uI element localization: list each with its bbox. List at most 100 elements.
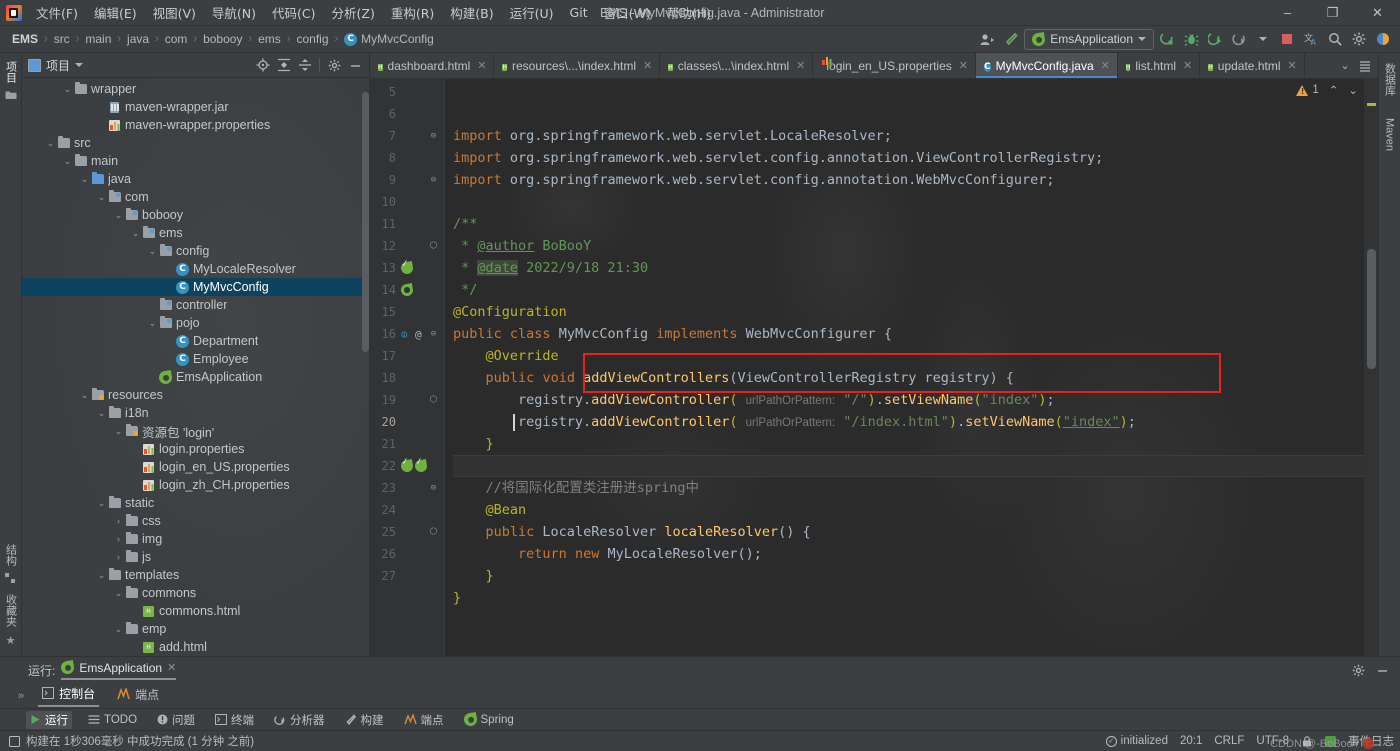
chevron-down-icon[interactable]: ⌄ bbox=[96, 570, 107, 581]
profiler-icon[interactable] bbox=[1228, 28, 1250, 50]
folder-icon[interactable] bbox=[5, 90, 17, 103]
editor-marker-strip[interactable] bbox=[1364, 79, 1378, 656]
spring-bean-gutter-icon[interactable] bbox=[400, 261, 414, 275]
code-line[interactable]: */ bbox=[453, 279, 1364, 301]
code-line[interactable]: /** bbox=[453, 213, 1364, 235]
inspection-widget[interactable]: 1 ⌃ ⌄ bbox=[1296, 83, 1358, 97]
subtab-console[interactable]: 控制台 bbox=[38, 685, 100, 707]
tool-window-button-database[interactable]: 数据库 bbox=[1382, 59, 1398, 100]
gutter-line[interactable]: 8 bbox=[370, 147, 444, 169]
settings-gear-icon[interactable] bbox=[324, 55, 344, 75]
tree-node[interactable]: › css bbox=[22, 512, 369, 530]
chevron-down-icon[interactable]: · bbox=[96, 102, 107, 112]
spring-bean-gutter-icon[interactable] bbox=[414, 459, 428, 473]
editor-tab[interactable]: Hresources\...\index.html ✕ bbox=[494, 53, 661, 78]
run-configuration-selector[interactable]: EmsApplication bbox=[1024, 28, 1154, 50]
chevron-down-icon[interactable]: ⌄ bbox=[79, 174, 90, 185]
chevron-down-icon[interactable]: ⌄ bbox=[113, 210, 124, 221]
tree-node[interactable]: ·C Employee bbox=[22, 350, 369, 368]
run-gutter-icon[interactable] bbox=[400, 283, 414, 297]
event-log-label[interactable]: 事件日志 bbox=[1348, 733, 1394, 749]
gutter-line[interactable]: 12 ⬡ bbox=[370, 235, 444, 257]
gutter-line[interactable]: 19 ⬡ bbox=[370, 389, 444, 411]
settings-icon[interactable] bbox=[1348, 28, 1370, 50]
chevron-down-icon[interactable]: ⌄ bbox=[113, 588, 124, 599]
user-avatar-icon[interactable] bbox=[976, 28, 998, 50]
close-icon[interactable]: ✕ bbox=[477, 59, 486, 72]
tab-overflow-icon[interactable]: ⌄ bbox=[1336, 56, 1354, 76]
breadcrumb-current-class[interactable]: C MyMvcConfig bbox=[340, 30, 438, 48]
editor-tab[interactable]: Hclasses\...\index.html ✕ bbox=[660, 53, 814, 78]
close-icon[interactable]: ✕ bbox=[643, 59, 652, 72]
tree-node[interactable]: › js bbox=[22, 548, 369, 566]
code-content[interactable]: import org.springframework.web.servlet.L… bbox=[444, 79, 1364, 656]
code-line[interactable] bbox=[453, 455, 1364, 477]
tree-node[interactable]: ⌄ src bbox=[22, 134, 369, 152]
close-icon[interactable]: ✕ bbox=[167, 661, 176, 674]
stop-icon[interactable] bbox=[1276, 28, 1298, 50]
debug-icon[interactable] bbox=[1180, 28, 1202, 50]
editor-tab[interactable]: C MyMvcConfig.java ✕ bbox=[976, 53, 1118, 78]
gutter-line[interactable]: 23 ⊖ bbox=[370, 477, 444, 499]
expand-all-icon[interactable] bbox=[274, 55, 294, 75]
chevron-down-icon[interactable]: · bbox=[147, 372, 158, 382]
editor-tab[interactable]: login_en_US.properties ✕ bbox=[813, 53, 976, 78]
gutter-line[interactable]: 5 bbox=[370, 81, 444, 103]
editor-gutter[interactable]: 567⊖89⊖101112⬡13141516⊙@⊖171819⬡20212223… bbox=[370, 79, 444, 656]
code-line[interactable]: * @author BoBooY bbox=[453, 235, 1364, 257]
tree-node[interactable]: ⌄ main bbox=[22, 152, 369, 170]
chevron-down-icon[interactable]: ⌄ bbox=[130, 228, 141, 239]
breadcrumb-ems-pkg[interactable]: ems bbox=[254, 30, 285, 48]
code-line[interactable] bbox=[453, 609, 1364, 631]
editor-tab[interactable]: Hupdate.html ✕ bbox=[1200, 53, 1305, 78]
tree-node[interactable]: · maven-wrapper.properties bbox=[22, 116, 369, 134]
code-line[interactable]: } bbox=[453, 587, 1364, 609]
code-line[interactable]: public LocaleResolver localeResolver() { bbox=[453, 521, 1364, 543]
tree-node[interactable]: ·Hadd.html bbox=[22, 638, 369, 656]
chevron-down-icon[interactable]: · bbox=[96, 120, 107, 130]
chevron-down-icon[interactable]: ⌄ bbox=[96, 498, 107, 509]
hammer-build-icon[interactable] bbox=[1000, 28, 1022, 50]
translate-icon[interactable]: 文A bbox=[1300, 28, 1322, 50]
close-icon[interactable]: ✕ bbox=[1183, 59, 1192, 72]
collapse-all-icon[interactable] bbox=[295, 55, 315, 75]
tool-button-profiler[interactable]: 分析器 bbox=[270, 711, 329, 729]
code-line[interactable]: return new MyLocaleResolver(); bbox=[453, 543, 1364, 565]
breadcrumb-main[interactable]: main bbox=[81, 30, 115, 48]
ide-theme-icon[interactable] bbox=[1372, 28, 1394, 50]
tree-node[interactable]: ·C MyMvcConfig bbox=[22, 278, 369, 296]
tool-button-build[interactable]: 构建 bbox=[341, 711, 388, 729]
editor-tab-bar[interactable]: Hdashboard.html ✕ Hresources\...\index.htm… bbox=[370, 53, 1378, 79]
menu-git[interactable]: Git bbox=[562, 2, 596, 23]
maximize-button[interactable]: ❐ bbox=[1310, 0, 1355, 26]
run-with-coverage-icon[interactable] bbox=[1204, 28, 1226, 50]
chevron-right-icon[interactable]: › bbox=[113, 516, 124, 526]
implementing-method-icon[interactable]: ⊙ bbox=[401, 328, 413, 341]
chevron-right-icon[interactable]: › bbox=[113, 552, 124, 562]
gutter-line[interactable]: 24 bbox=[370, 499, 444, 521]
chevron-down-icon[interactable]: ⌄ bbox=[147, 318, 158, 329]
tab-list-icon[interactable] bbox=[1356, 56, 1374, 76]
tree-node[interactable]: ⌄ static bbox=[22, 494, 369, 512]
gutter-line[interactable]: 9 ⊖ bbox=[370, 169, 444, 191]
code-folding-icon[interactable]: ⬡ bbox=[429, 241, 438, 251]
project-tree[interactable]: ⌄ wrapper · maven-wrapper.jar · maven-wrapper… bbox=[22, 78, 369, 656]
line-separator[interactable]: CRLF bbox=[1214, 735, 1244, 747]
menu-refactor[interactable]: 重构(R) bbox=[383, 0, 442, 25]
tree-node[interactable]: ⌄ config bbox=[22, 242, 369, 260]
gutter-line[interactable]: 26 bbox=[370, 543, 444, 565]
indexing-status[interactable]: ✓ initialized bbox=[1105, 735, 1168, 747]
close-icon[interactable]: ✕ bbox=[796, 59, 805, 72]
gutter-line[interactable]: 11 bbox=[370, 213, 444, 235]
code-line[interactable]: //将国际化配置类注册进spring中 bbox=[453, 477, 1364, 499]
code-folding-icon[interactable]: ⊖ bbox=[429, 329, 438, 339]
tree-node[interactable]: ⌄ wrapper bbox=[22, 80, 369, 98]
code-line[interactable]: registry.addViewController( urlPathOrPat… bbox=[453, 411, 1364, 433]
tree-node[interactable]: ⌄ templates bbox=[22, 566, 369, 584]
tool-button-problems[interactable]: 问题 bbox=[153, 711, 199, 729]
code-folding-icon[interactable]: ⊖ bbox=[429, 131, 438, 141]
close-icon[interactable]: ✕ bbox=[1101, 59, 1110, 72]
tree-node[interactable]: ⌄ java bbox=[22, 170, 369, 188]
chevron-down-icon[interactable]: · bbox=[164, 264, 175, 274]
editor-scrollbar-thumb[interactable] bbox=[1367, 249, 1376, 369]
